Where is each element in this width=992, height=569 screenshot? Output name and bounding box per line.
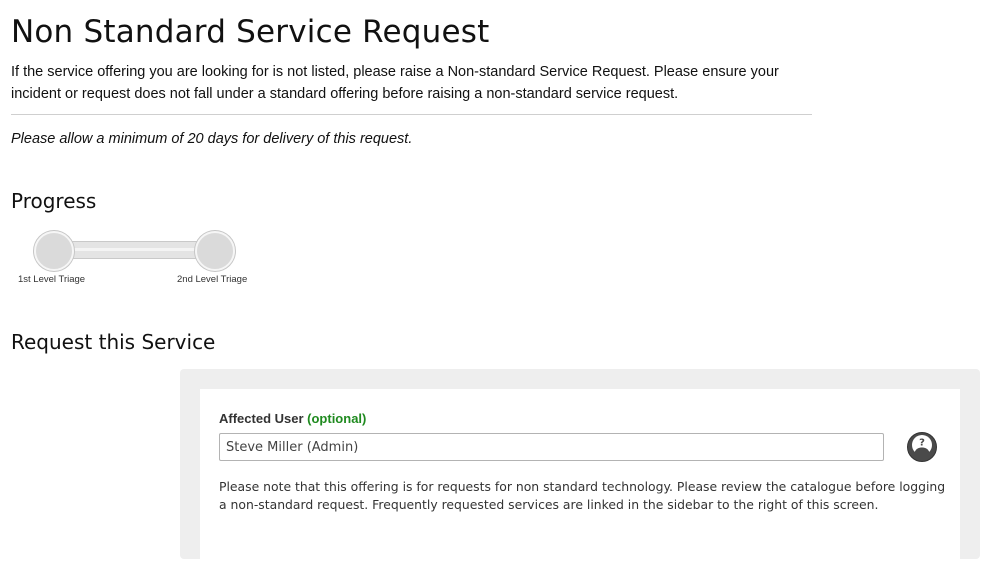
affected-user-input[interactable] <box>219 433 884 461</box>
progress-track <box>52 241 218 259</box>
affected-user-label-text: Affected User <box>219 411 304 426</box>
help-person-button[interactable]: ? <box>907 432 937 462</box>
request-note: Please note that this offering is for re… <box>219 479 946 512</box>
request-form-card: Affected User (optional) ? Please note t… <box>200 389 960 569</box>
request-form-panel: Affected User (optional) ? Please note t… <box>180 369 980 569</box>
request-heading: Request this Service <box>11 330 216 354</box>
divider <box>11 114 812 115</box>
progress-heading: Progress <box>11 189 97 213</box>
intro-text: If the service offering you are looking … <box>11 64 779 102</box>
help-person-icon: ? <box>911 434 933 460</box>
progress-tracker: 1st Level Triage 2nd Level Triage <box>14 228 274 288</box>
stage-label-2nd-level-triage: 2nd Level Triage <box>177 274 248 285</box>
svg-text:?: ? <box>919 438 925 449</box>
affected-user-label: Affected User (optional) <box>219 411 366 426</box>
optional-tag: (optional) <box>307 411 367 426</box>
stage-label-1st-level-triage: 1st Level Triage <box>18 274 86 285</box>
stage-node-1st-level-triage <box>34 231 74 271</box>
delivery-notice: Please allow a minimum of 20 days for de… <box>11 131 413 147</box>
stage-node-2nd-level-triage <box>195 231 235 271</box>
page-title: Non Standard Service Request <box>11 14 490 50</box>
